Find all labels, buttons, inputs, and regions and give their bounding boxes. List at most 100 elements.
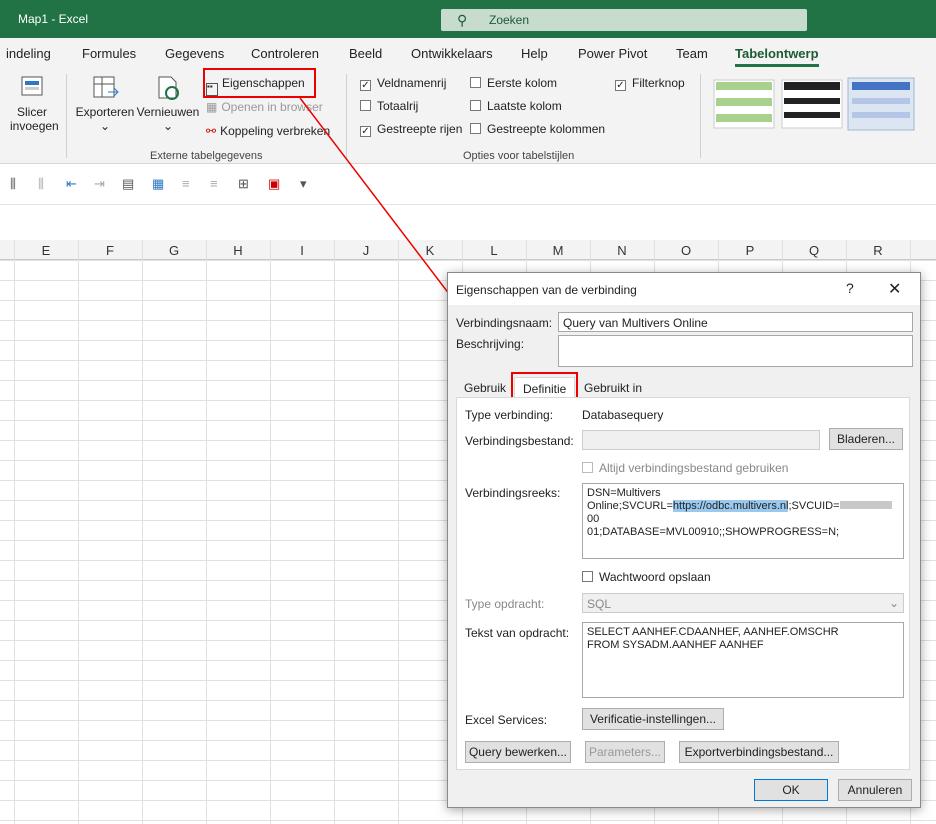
col-header[interactable]: O (654, 243, 718, 258)
koppeling-verbreken-button[interactable]: ⚯ Koppeling verbreken (206, 124, 330, 138)
style-black[interactable] (781, 79, 843, 129)
checkbox-eerste-kolom[interactable] (470, 77, 481, 88)
col-header[interactable]: Q (782, 243, 846, 258)
col-header[interactable]: J (334, 243, 398, 258)
export-sheet-icon[interactable]: ▣ (268, 176, 280, 192)
tab-controleren[interactable]: Controleren (251, 46, 319, 61)
cmdtype-value: SQL (587, 597, 612, 611)
checkbox-laatste-kolom[interactable] (470, 100, 481, 111)
grid-vline (398, 240, 399, 824)
connection-name-input[interactable]: Query van Multivers Online (558, 312, 913, 332)
checkbox-filterknop[interactable] (615, 80, 626, 91)
definition-panel: Type verbinding: Databasequery Verbindin… (456, 397, 910, 770)
table-style-gallery[interactable] (710, 76, 930, 132)
grid-vline (270, 240, 271, 824)
verification-settings-button[interactable]: Verificatie-instellingen... (582, 708, 724, 730)
col-header[interactable]: E (14, 243, 78, 258)
tab-power-pivot[interactable]: Power Pivot (578, 46, 647, 61)
col-header[interactable]: M (526, 243, 590, 258)
search-box[interactable]: ⚲ Zoeken (441, 9, 807, 31)
insert-row-icon[interactable]: ⫼ (10, 176, 16, 192)
merge-icon[interactable]: ⊞ (238, 176, 249, 192)
group-label-opties: Opties voor tabelstijlen (463, 150, 575, 162)
style-blue[interactable] (847, 77, 915, 131)
opt-eerste-kolom-label: Eerste kolom (487, 76, 558, 90)
group-separator (346, 74, 347, 158)
connection-file-input (582, 430, 820, 450)
col-header[interactable]: F (78, 243, 142, 258)
col-header[interactable]: L (462, 243, 526, 258)
group-separator (700, 74, 701, 158)
vernieuwen-button[interactable]: Vernieuwen ⌄ (136, 74, 200, 133)
delete-table-icon[interactable]: ▦ (152, 176, 164, 192)
opt-filterknop[interactable]: Filterknop (615, 76, 685, 91)
opt-veldnamenrij[interactable]: Veldnamenrij (360, 76, 446, 91)
opt-gestreepte-kolommen[interactable]: Gestreepte kolommen (470, 122, 605, 136)
connstr-line-3: 01;DATABASE=MVL00910;;SHOWPROGRESS=N; (587, 526, 840, 538)
browse-button[interactable]: Bladeren... (829, 428, 903, 450)
col-header[interactable]: R (846, 243, 910, 258)
grid-hline (0, 260, 936, 261)
command-text-input[interactable]: SELECT AANHEF.CDAANHEF, AANHEF.OMSCHR FR… (582, 622, 904, 698)
opt-totaalrij-label: Totaalrij (377, 99, 419, 113)
help-button[interactable]: ? (846, 280, 854, 296)
tab-tabelontwerp[interactable]: Tabelontwerp (735, 46, 819, 67)
openen-in-browser-button[interactable]: ▦ Openen in browser (206, 100, 323, 114)
description-input[interactable] (558, 335, 913, 367)
opt-laatste-kolom[interactable]: Laatste kolom (470, 99, 562, 113)
checkbox-save-password[interactable] (582, 571, 593, 582)
col-header[interactable]: I (270, 243, 334, 258)
group-separator (66, 74, 67, 158)
outdent-icon[interactable]: ⇥ (94, 176, 105, 192)
grid-hline (0, 820, 936, 821)
chevron-down-icon: ⌄ (162, 119, 174, 133)
slicer-button[interactable]: Slicer invoegen (10, 74, 59, 133)
always-file-option: Altijd verbindingsbestand gebruiken (582, 461, 788, 475)
tab-indeling[interactable]: indeling (6, 46, 51, 61)
delete-row-icon[interactable]: ⫼ (38, 176, 44, 192)
list-add-icon[interactable]: ≡ (210, 176, 218, 191)
tab-gegevens[interactable]: Gegevens (165, 46, 224, 61)
type-label: Type verbinding: (465, 408, 554, 422)
tab-ontwikkelaars[interactable]: Ontwikkelaars (411, 46, 493, 61)
opt-totaalrij[interactable]: Totaalrij (360, 99, 418, 113)
export-connection-file-button[interactable]: Exportverbindingsbestand... (679, 741, 839, 763)
checkbox-gestreepte-kolommen[interactable] (470, 123, 481, 134)
opt-eerste-kolom[interactable]: Eerste kolom (470, 76, 557, 90)
cancel-button[interactable]: Annuleren (838, 779, 912, 801)
col-header[interactable]: K (398, 243, 462, 258)
indent-icon[interactable]: ⇤ (66, 176, 77, 192)
ok-button[interactable]: OK (754, 779, 828, 801)
connstr-url-selected: https://odbc.multivers.nl (672, 500, 789, 512)
checkbox-gestreepte-rijen[interactable] (360, 126, 371, 137)
col-header[interactable]: G (142, 243, 206, 258)
list-icon[interactable]: ≡ (182, 176, 190, 191)
col-header[interactable]: H (206, 243, 270, 258)
save-password-option[interactable]: Wachtwoord opslaan (582, 570, 711, 584)
grid-vline (334, 240, 335, 824)
connection-string-input[interactable]: DSN=Multivers Online;SVCURL=https://odbc… (582, 483, 904, 559)
connstr-part-d: 00 (587, 513, 600, 525)
checkbox-veldnamenrij[interactable] (360, 80, 371, 91)
search-icon: ⚲ (457, 12, 468, 28)
slicer-label-1: Slicer (16, 105, 47, 119)
desc-label: Beschrijving: (456, 337, 525, 351)
grid-vline (14, 240, 15, 824)
tab-help[interactable]: Help (521, 46, 548, 61)
tab-formules[interactable]: Formules (82, 46, 136, 61)
table-icon[interactable]: ▤ (122, 176, 134, 192)
grid-vline (206, 240, 207, 824)
tab-gebruik[interactable]: Gebruik (456, 377, 514, 399)
close-button[interactable]: ✕ (888, 279, 901, 299)
tab-beeld[interactable]: Beeld (349, 46, 382, 61)
tab-gebruikt-in[interactable]: Gebruikt in (576, 377, 650, 399)
checkbox-totaalrij[interactable] (360, 100, 371, 111)
opt-gestreepte-rijen[interactable]: Gestreepte rijen (360, 122, 462, 137)
col-header[interactable]: P (718, 243, 782, 258)
tab-team[interactable]: Team (676, 46, 708, 61)
col-header[interactable]: N (590, 243, 654, 258)
exporteren-button[interactable]: Exporteren ⌄ (74, 74, 136, 133)
customize-toolbar-icon[interactable]: ▾ (300, 176, 307, 192)
edit-query-button[interactable]: Query bewerken... (465, 741, 571, 763)
style-green[interactable] (713, 79, 775, 129)
